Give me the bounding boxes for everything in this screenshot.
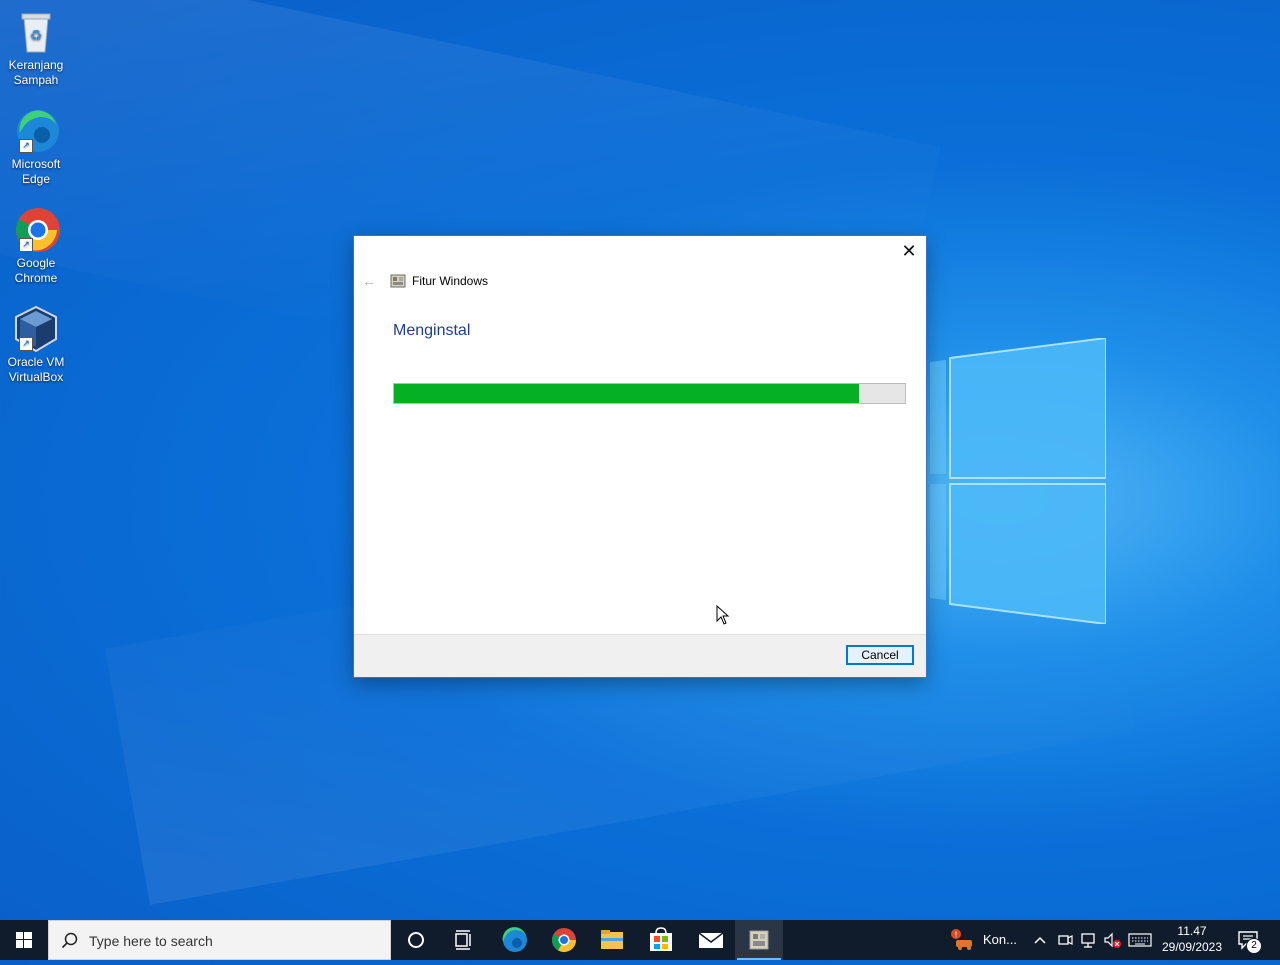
taskbar-clock[interactable]: 11.47 29/09/2023 xyxy=(1158,923,1226,955)
edge-icon: ↗ xyxy=(12,107,60,155)
desktop-icon-label: VirtualBox xyxy=(8,370,64,384)
install-progress-bar xyxy=(393,383,906,404)
windows-features-icon xyxy=(390,273,406,289)
desktop-icon-virtualbox[interactable]: ↗ Oracle VM VirtualBox xyxy=(4,305,68,385)
cortana-button[interactable] xyxy=(392,920,440,960)
taskbar: Type here to search ! Kon... 11.47 29/09… xyxy=(0,920,1280,960)
dialog-title: Fitur Windows xyxy=(412,274,489,288)
desktop-icon-label: Sampah xyxy=(13,73,59,87)
desktop-icon-label: Keranjang xyxy=(8,58,64,72)
taskbar-file-explorer[interactable] xyxy=(588,920,636,960)
svg-text:♻: ♻ xyxy=(30,28,43,44)
taskbar-search-box[interactable]: Type here to search xyxy=(48,920,391,960)
windows-features-icon xyxy=(749,930,769,950)
recycle-bin-icon: ♻ xyxy=(12,8,60,56)
edge-icon xyxy=(502,927,527,952)
svg-text:!: ! xyxy=(954,931,957,940)
cancel-button[interactable]: Cancel xyxy=(846,645,914,665)
windows-start-icon xyxy=(16,932,32,948)
search-icon xyxy=(61,932,78,949)
status-heading: Menginstal xyxy=(393,322,471,339)
taskbar-store[interactable] xyxy=(637,920,685,960)
mouse-cursor-icon xyxy=(716,605,730,625)
desktop-icon-label: Google xyxy=(16,256,56,270)
taskbar-edge[interactable] xyxy=(490,920,538,960)
dialog-footer: Cancel xyxy=(354,634,926,677)
desktop-icon-label: Chrome xyxy=(14,271,58,285)
tray-app-icon[interactable]: ! xyxy=(948,928,976,952)
virtualbox-icon: ↗ xyxy=(12,305,60,353)
meet-now-icon[interactable] xyxy=(1057,931,1073,949)
taskbar-windows-features[interactable] xyxy=(735,920,783,960)
desktop-icon-label: Edge xyxy=(21,172,51,186)
desktop-icon-label: Microsoft xyxy=(11,157,61,171)
progress-bar-fill xyxy=(394,384,859,403)
wallpaper-windows-logo xyxy=(930,338,1106,624)
cortana-icon xyxy=(408,932,424,948)
task-view-button[interactable] xyxy=(440,920,488,960)
show-hidden-icons-chevron-up-icon[interactable] xyxy=(1032,932,1048,948)
car-warning-icon: ! xyxy=(951,929,972,950)
task-view-icon xyxy=(455,930,471,950)
taskbar-mail[interactable] xyxy=(686,920,734,960)
volume-muted-icon[interactable] xyxy=(1103,931,1123,949)
desktop-icon-label: Oracle VM xyxy=(7,355,65,369)
folder-icon xyxy=(601,930,623,949)
search-placeholder: Type here to search xyxy=(89,933,213,949)
windows-features-dialog: ✕ ← Fitur Windows Menginstal Cancel xyxy=(354,236,926,677)
clock-time: 11.47 xyxy=(1177,924,1207,938)
store-icon xyxy=(650,927,672,951)
shortcut-arrow-icon: ↗ xyxy=(19,238,33,252)
taskbar-chrome[interactable] xyxy=(540,920,588,960)
tray-app-label[interactable]: Kon... xyxy=(983,932,1017,947)
start-button[interactable] xyxy=(0,920,48,960)
keyboard-icon[interactable] xyxy=(1128,932,1152,948)
close-icon[interactable]: ✕ xyxy=(900,242,918,260)
desktop-icon-chrome[interactable]: ↗ Google Chrome xyxy=(4,206,68,286)
chrome-icon: ↗ xyxy=(12,206,60,254)
network-icon[interactable] xyxy=(1080,931,1098,949)
back-arrow-icon[interactable]: ← xyxy=(362,273,378,289)
chrome-icon xyxy=(551,928,576,953)
notification-count-badge: 2 xyxy=(1246,938,1262,954)
shortcut-arrow-icon: ↗ xyxy=(19,139,33,153)
clock-date: 29/09/2023 xyxy=(1161,940,1223,954)
shortcut-arrow-icon: ↗ xyxy=(19,337,33,351)
desktop-icon-edge[interactable]: ↗ Microsoft Edge xyxy=(4,107,68,187)
desktop-icon-recycle-bin[interactable]: ♻ Keranjang Sampah xyxy=(4,8,68,88)
mail-icon xyxy=(698,932,724,948)
